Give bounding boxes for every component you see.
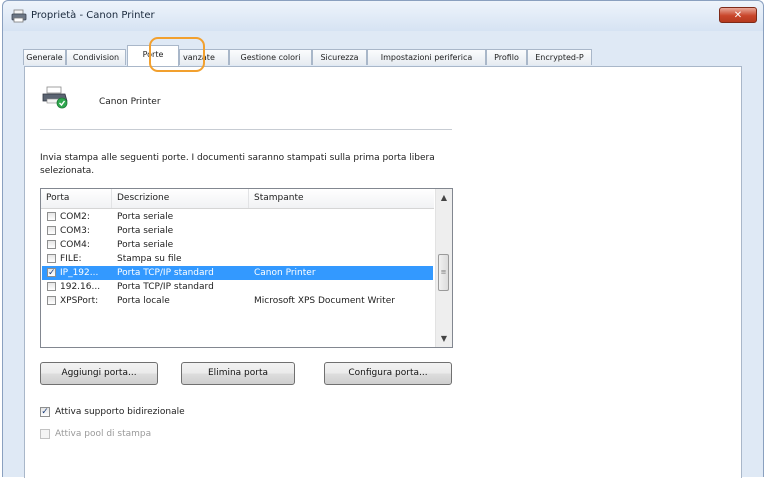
delete-port-button[interactable]: Elimina porta	[181, 362, 295, 385]
port-row-com4[interactable]: COM4: Porta seriale	[42, 238, 433, 252]
port-row-com2[interactable]: COM2: Porta seriale	[42, 210, 433, 224]
printer-small-icon	[11, 9, 27, 23]
port-checkbox[interactable]	[47, 254, 56, 263]
column-header-porta[interactable]: Porta	[41, 189, 112, 208]
port-description: Porta TCP/IP standard	[117, 268, 214, 278]
scroll-thumb[interactable]: ≡	[438, 254, 449, 291]
tab-encrypted-printing[interactable]: Encrypted-P	[527, 49, 592, 65]
port-checkbox[interactable]	[47, 296, 56, 305]
tab-condivisione[interactable]: Condivision	[66, 49, 126, 65]
port-description: Porta locale	[117, 296, 170, 306]
port-row-file[interactable]: FILE: Stampa su file	[42, 252, 433, 266]
port-description: Porta seriale	[117, 226, 174, 236]
scroll-up-icon[interactable]: ▲	[436, 189, 452, 206]
port-name: COM2:	[60, 212, 90, 222]
tab-impostazioni-periferica[interactable]: Impostazioni periferica	[367, 49, 486, 65]
tab-generale[interactable]: Generale	[23, 49, 66, 65]
port-row-com3[interactable]: COM3: Porta seriale	[42, 224, 433, 238]
printer-name: Canon Printer	[99, 97, 161, 107]
port-name: COM3:	[60, 226, 90, 236]
add-port-button[interactable]: Aggiungi porta...	[40, 362, 158, 385]
printer-pool-checkbox	[40, 429, 50, 439]
separator	[40, 129, 452, 130]
port-checkbox-checked[interactable]: ✓	[47, 268, 56, 278]
port-name: XPSPort:	[60, 296, 99, 306]
port-name: 192.16...	[60, 282, 101, 292]
port-row-xpsport[interactable]: XPSPort: Porta locale Microsoft XPS Docu…	[42, 294, 433, 308]
port-name: FILE:	[60, 254, 82, 264]
ports-panel: Canon Printer Invia stampa alle seguenti…	[24, 66, 742, 478]
port-name: IP_192...	[60, 268, 99, 278]
port-printer: Canon Printer	[254, 268, 316, 278]
column-header-stampante[interactable]: Stampante	[249, 189, 434, 208]
port-name: COM4:	[60, 240, 90, 250]
port-checkbox[interactable]	[47, 212, 56, 221]
printer-pool-label: Attiva pool di stampa	[55, 429, 152, 439]
bidirectional-checkbox[interactable]: ✓	[40, 407, 50, 417]
configure-port-button[interactable]: Configura porta...	[324, 362, 452, 385]
port-checkbox[interactable]	[47, 226, 56, 235]
port-checkbox[interactable]	[47, 282, 56, 291]
tab-gestione-colori[interactable]: Gestione colori	[229, 49, 312, 65]
column-header-descrizione[interactable]: Descrizione	[112, 189, 249, 208]
printer-icon	[42, 86, 68, 109]
port-row-tcpip[interactable]: 192.16... Porta TCP/IP standard	[42, 280, 433, 294]
port-printer: Microsoft XPS Document Writer	[254, 296, 395, 306]
tab-avanzate[interactable]: vanzate	[179, 49, 229, 65]
window-title: Proprietà - Canon Printer	[31, 10, 155, 21]
port-description: Porta seriale	[117, 240, 174, 250]
close-button[interactable]: ✕	[719, 7, 757, 23]
port-description: Porta TCP/IP standard	[117, 282, 214, 292]
tab-porte[interactable]: Porte	[127, 45, 179, 66]
ports-list[interactable]: Porta Descrizione Stampante COM2: Porta …	[40, 188, 453, 348]
properties-window: Proprietà - Canon Printer ✕ Generale Con…	[2, 0, 764, 478]
tab-sicurezza[interactable]: Sicurezza	[312, 49, 367, 65]
ports-description: Invia stampa alle seguenti porte. I docu…	[40, 153, 435, 176]
bidirectional-label: Attiva supporto bidirezionale	[55, 407, 185, 417]
tab-profilo[interactable]: Profilo	[486, 49, 527, 65]
port-checkbox[interactable]	[47, 240, 56, 249]
port-description: Porta seriale	[117, 212, 174, 222]
scroll-down-icon[interactable]: ▼	[436, 330, 452, 347]
list-header: Porta Descrizione Stampante	[41, 189, 434, 209]
close-icon: ✕	[733, 10, 743, 21]
port-description: Stampa su file	[117, 254, 182, 264]
title-bar[interactable]: Proprietà - Canon Printer ✕	[3, 1, 763, 31]
list-scrollbar[interactable]: ▲ ≡ ▼	[435, 189, 452, 347]
port-row-ip[interactable]: ✓ IP_192... Porta TCP/IP standard Canon …	[42, 266, 433, 280]
